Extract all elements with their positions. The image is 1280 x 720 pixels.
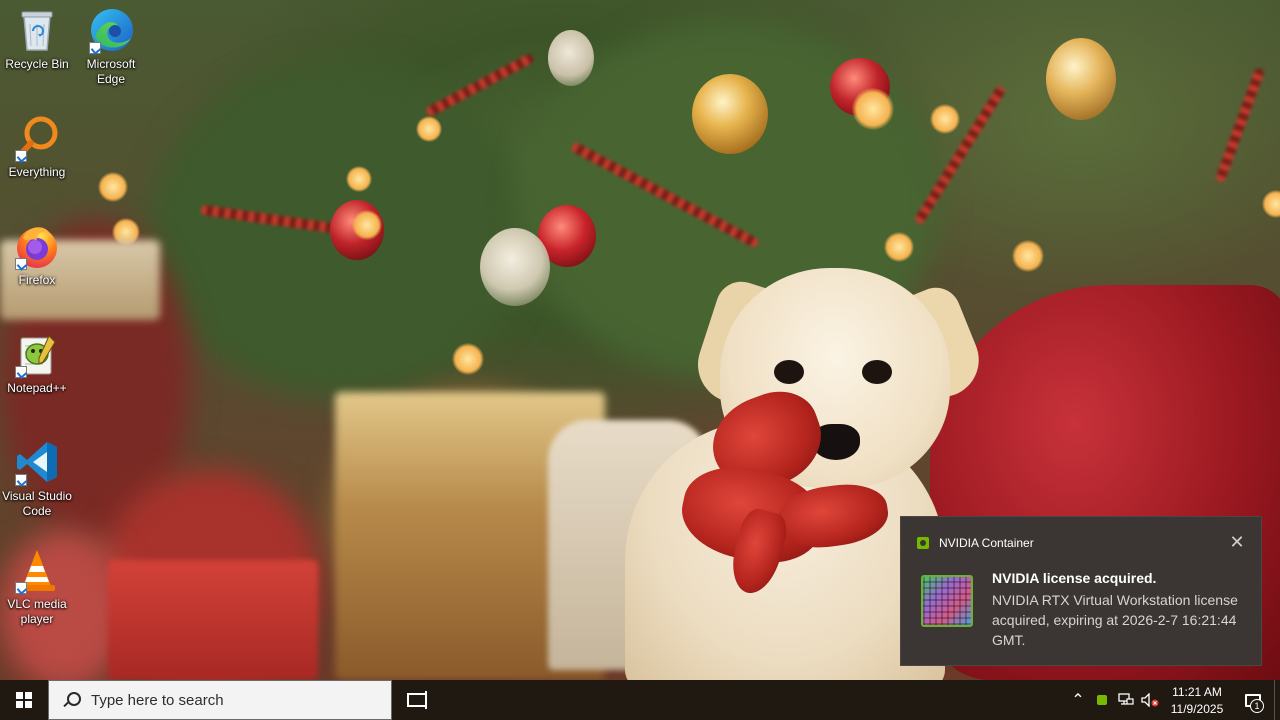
taskbar: Type here to search ⌃ 11:21 AM 11/9/2025…: [0, 680, 1280, 720]
show-desktop-button[interactable]: [1274, 680, 1280, 720]
shortcut-arrow-icon: [15, 150, 27, 162]
notification-app-name: NVIDIA Container: [939, 536, 1034, 550]
search-icon: [63, 692, 81, 708]
notification-header: NVIDIA Container: [917, 536, 1034, 550]
desktop-icon-everything[interactable]: Everything: [2, 114, 72, 180]
shortcut-arrow-icon: [15, 474, 27, 486]
edge-icon: [87, 6, 135, 54]
start-button[interactable]: [0, 680, 48, 720]
desktop-icon-edge[interactable]: Microsoft Edge: [76, 6, 146, 87]
network-wired-icon: [1118, 693, 1134, 705]
close-icon[interactable]: ✕: [1229, 533, 1245, 551]
notification-count-badge: 1: [1250, 699, 1264, 713]
vscode-icon: [13, 438, 61, 486]
desktop-icon-firefox[interactable]: Firefox: [2, 222, 72, 288]
vlc-icon: [13, 546, 61, 594]
shortcut-arrow-icon: [15, 582, 27, 594]
desktop-icon-label: VLC media player: [7, 597, 67, 626]
desktop-icon-recycle-bin[interactable]: Recycle Bin: [2, 6, 72, 72]
nvidia-logo-icon: [917, 537, 929, 549]
notepad-plus-plus-icon: [13, 330, 61, 378]
speaker-icon: [1141, 693, 1159, 707]
nvidia-license-notification[interactable]: NVIDIA Container ✕ NVIDIA license acquir…: [900, 516, 1262, 666]
notification-title: NVIDIA license acquired.: [992, 570, 1157, 586]
desktop-icon-vscode[interactable]: Visual Studio Code: [2, 438, 72, 519]
nvidia-logo-icon: [1097, 695, 1107, 705]
notification-message: NVIDIA RTX Virtual Workstation license a…: [992, 592, 1238, 648]
shortcut-arrow-icon: [15, 366, 27, 378]
chevron-up-icon: ⌃: [1071, 692, 1085, 709]
desktop-icon-label: Firefox: [18, 273, 56, 287]
volume-muted-icon[interactable]: [1138, 680, 1162, 720]
desktop-icon-label: Everything: [8, 165, 66, 179]
recycle-bin-icon: [13, 6, 61, 54]
desktop-icon-vlc[interactable]: VLC media player: [2, 546, 72, 627]
show-hidden-icons-button[interactable]: ⌃: [1066, 680, 1090, 720]
system-tray: ⌃ 11:21 AM 11/9/2025 1: [1066, 680, 1280, 720]
network-icon[interactable]: [1114, 680, 1138, 720]
shortcut-arrow-icon: [15, 258, 27, 270]
clock-date: 11/9/2025: [1170, 701, 1224, 716]
taskbar-clock[interactable]: 11:21 AM 11/9/2025: [1162, 683, 1232, 718]
desktop-icon-label: Microsoft Edge: [86, 57, 136, 86]
desktop-icon-label: Recycle Bin: [5, 57, 69, 71]
clock-time: 11:21 AM: [1172, 684, 1222, 699]
gpu-chip-icon: [921, 575, 973, 627]
firefox-icon: [13, 222, 61, 270]
task-view-icon: [407, 691, 427, 709]
desktop-icon-label: Notepad++: [7, 381, 67, 395]
desktop-icon-label: Visual Studio Code: [2, 489, 72, 518]
task-view-button[interactable]: [392, 680, 440, 720]
nvidia-tray-icon[interactable]: [1090, 680, 1114, 720]
action-center-button[interactable]: 1: [1232, 680, 1274, 720]
desktop-icon-notepad-plus-plus[interactable]: Notepad++: [2, 330, 72, 396]
everything-search-icon: [13, 114, 61, 162]
taskbar-search-box[interactable]: Type here to search: [48, 680, 392, 720]
search-placeholder: Type here to search: [91, 691, 224, 709]
shortcut-arrow-icon: [89, 42, 101, 54]
windows-logo-icon: [16, 692, 32, 708]
